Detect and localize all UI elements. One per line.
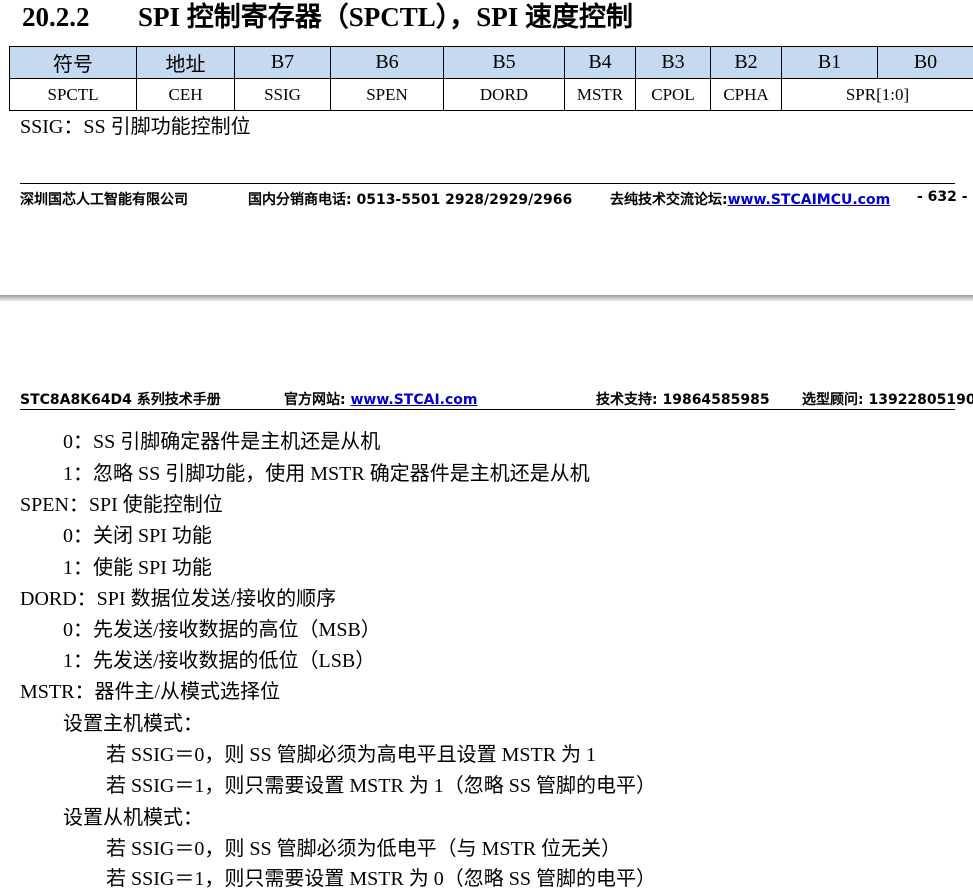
ssig-description: SSIG：SS 引脚功能控制位	[20, 116, 251, 138]
header-site-label: 官方网站:	[284, 392, 351, 408]
header-rule	[20, 409, 955, 410]
body-line: SPEN：SPI 使能控制位	[20, 494, 223, 516]
header-cell-address: 地址	[136, 46, 235, 79]
value-cell-symbol: SPCTL	[9, 78, 137, 111]
value-cell-dord: DORD	[443, 78, 565, 111]
value-cell-ssig: SSIG	[234, 78, 331, 111]
header-cell-b3: B3	[635, 46, 711, 79]
header-site-link[interactable]: www.STCAI.com	[350, 392, 477, 408]
body-line: MSTR：器件主/从模式选择位	[20, 681, 281, 703]
footer-rule	[20, 183, 955, 184]
value-cell-cpha: CPHA	[710, 78, 782, 111]
footer-forum-label: 去纯技术交流论坛:	[610, 192, 728, 208]
body-line: 1：忽略 SS 引脚功能，使用 MSTR 确定器件是主机还是从机	[63, 463, 590, 485]
body-line: 0：先发送/接收数据的高位（MSB）	[63, 619, 381, 641]
section-heading: 20.2.2 SPI 控制寄存器（SPCTL），SPI 速度控制	[22, 0, 633, 34]
value-cell-spen: SPEN	[330, 78, 444, 111]
header-cell-b4: B4	[564, 46, 636, 79]
body-line: 0：SS 引脚确定器件是主机还是从机	[63, 431, 381, 453]
value-cell-address: CEH	[136, 78, 235, 111]
footer-page-number: - 632 -	[917, 189, 968, 205]
body-line: 若 SSIG＝0，则 SS 管脚必须为高电平且设置 MSTR 为 1	[106, 744, 597, 766]
body-line: 0：关闭 SPI 功能	[63, 525, 212, 547]
section-number: 20.2.2	[22, 2, 90, 32]
header-consult: 选型顾问: 13922805190	[802, 392, 973, 408]
header-cell-b2: B2	[710, 46, 782, 79]
header-cell-b7: B7	[234, 46, 331, 79]
body-line: 1：先发送/接收数据的低位（LSB）	[63, 650, 376, 672]
body-line: 若 SSIG＝0，则 SS 管脚必须为低电平（与 MSTR 位无关）	[106, 838, 622, 860]
value-cell-cpol: CPOL	[635, 78, 711, 111]
header-support: 技术支持: 19864585985	[596, 392, 770, 408]
body-line: 若 SSIG＝1，则只需要设置 MSTR 为 0（忽略 SS 管脚的电平）	[106, 868, 657, 890]
body-line: 设置从机模式：	[63, 807, 203, 829]
footer-forum-link[interactable]: www.STCAIMCU.com	[728, 192, 891, 208]
section-title: SPI 控制寄存器（SPCTL），SPI 速度控制	[138, 2, 634, 32]
header-cell-b6: B6	[330, 46, 444, 79]
page-footer: 深圳国芯人工智能有限公司 国内分销商电话: 0513-5501 2928/292…	[20, 187, 973, 208]
header-cell-symbol: 符号	[9, 46, 137, 79]
register-table: 符号 地址 B7 B6 B5 B4 B3 B2 B1 B0 SPCTL CEH …	[9, 46, 973, 111]
body-line: 设置主机模式：	[63, 713, 203, 735]
body-line: 1：使能 SPI 功能	[63, 557, 212, 579]
footer-phone: 国内分销商电话: 0513-5501 2928/2929/2966	[248, 192, 573, 208]
header-cell-b5: B5	[443, 46, 565, 79]
header-cell-b1: B1	[781, 46, 878, 79]
register-value-row: SPCTL CEH SSIG SPEN DORD MSTR CPOL CPHA …	[9, 78, 973, 111]
value-cell-spr: SPR[1:0]	[781, 78, 973, 111]
value-cell-mstr: MSTR	[564, 78, 636, 111]
header-cell-b0: B0	[877, 46, 973, 79]
body-line: 若 SSIG＝1，则只需要设置 MSTR 为 1（忽略 SS 管脚的电平）	[106, 775, 657, 797]
footer-company: 深圳国芯人工智能有限公司	[20, 192, 188, 208]
body-line: DORD：SPI 数据位发送/接收的顺序	[20, 588, 337, 610]
register-header-row: 符号 地址 B7 B6 B5 B4 B3 B2 B1 B0	[9, 46, 973, 79]
page-separator	[0, 295, 973, 301]
header-manual-title: STC8A8K64D4 系列技术手册	[20, 392, 221, 408]
page-header: STC8A8K64D4 系列技术手册 官方网站: www.STCAI.com 技…	[20, 389, 973, 409]
